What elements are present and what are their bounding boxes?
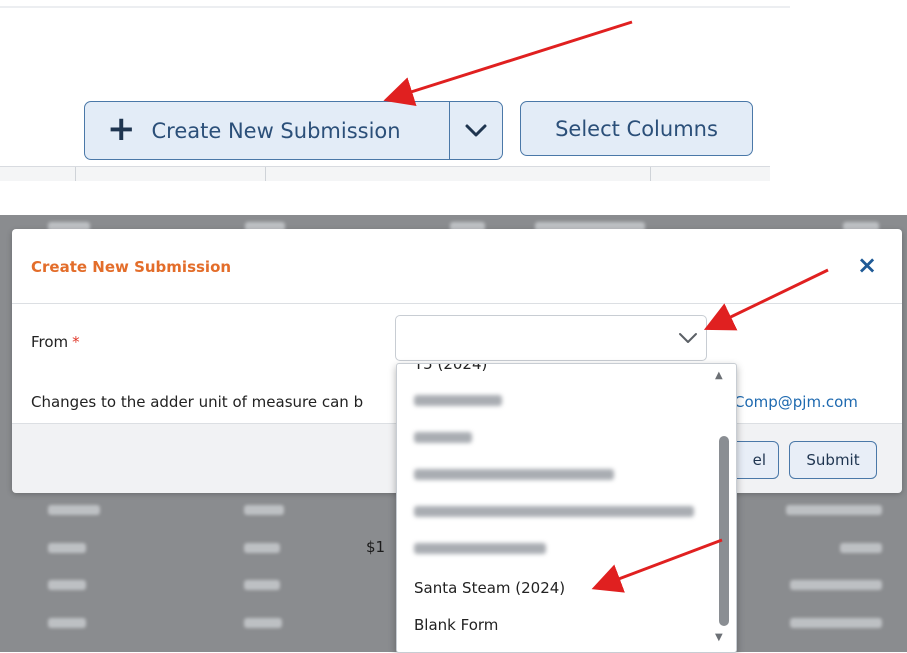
submit-button[interactable]: Submit <box>789 441 877 479</box>
modal-header: Create New Submission × <box>12 229 902 304</box>
list-item[interactable]: T5 (2024) <box>414 364 487 373</box>
modal-title: Create New Submission <box>31 258 232 276</box>
from-options-list: T5 (2024) Santa Steam (2024) Blank Form … <box>396 363 737 653</box>
create-new-submission-label: Create New Submission <box>151 118 401 143</box>
list-item[interactable] <box>414 469 614 480</box>
table-cell-value: $1 <box>366 538 386 556</box>
scroll-down-icon[interactable]: ▼ <box>715 632 723 643</box>
list-item[interactable] <box>414 432 472 443</box>
list-item-santa-steam[interactable]: Santa Steam (2024) <box>414 579 565 597</box>
chevron-down-icon <box>465 124 487 136</box>
scroll-up-icon[interactable]: ▲ <box>715 370 723 381</box>
top-strip <box>0 0 790 8</box>
list-item[interactable] <box>414 506 694 517</box>
close-icon[interactable]: × <box>857 253 877 277</box>
from-field-label: From * <box>31 333 80 351</box>
red-arrow-annotation <box>383 20 633 106</box>
create-options-dropdown-button[interactable] <box>449 101 503 160</box>
chevron-down-icon <box>679 333 697 343</box>
list-item[interactable] <box>414 543 546 554</box>
scrollbar-thumb[interactable] <box>719 436 729 626</box>
plus-icon: + <box>107 108 136 149</box>
list-item[interactable] <box>414 395 502 406</box>
contact-email-link[interactable]: Comp@pjm.com <box>734 393 858 411</box>
from-select[interactable] <box>395 315 707 361</box>
unit-change-note: Changes to the adder unit of measure can… <box>31 393 364 411</box>
select-columns-button[interactable]: Select Columns <box>520 101 753 156</box>
create-new-submission-button[interactable]: + Create New Submission <box>84 101 450 160</box>
required-marker: * <box>72 333 80 351</box>
list-item-blank-form[interactable]: Blank Form <box>414 616 498 634</box>
grid-header-strip <box>0 166 770 181</box>
